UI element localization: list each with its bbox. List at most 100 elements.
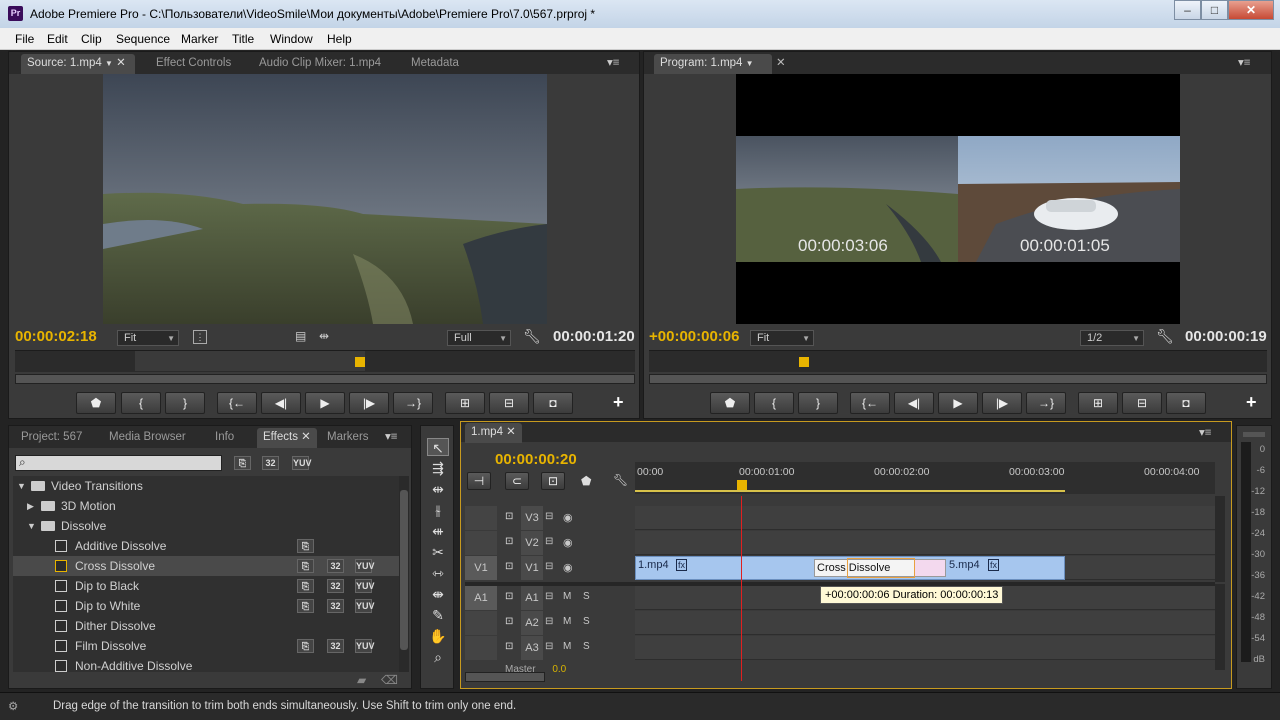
timeline-timecode[interactable]: 00:00:00:20 bbox=[495, 451, 577, 468]
clip-name-1[interactable]: 1.mp4 bbox=[638, 559, 669, 571]
minimize-button[interactable]: ‒ bbox=[1174, 0, 1201, 20]
tree-folder[interactable]: ▶ 3D Motion bbox=[13, 496, 401, 516]
step-back-button[interactable]: ◀| bbox=[894, 392, 934, 414]
source-scrub-bar[interactable] bbox=[15, 350, 635, 372]
program-scrub-bar[interactable] bbox=[649, 350, 1267, 372]
wrench-icon[interactable]: 🔧︎ bbox=[613, 473, 628, 487]
tab-audio-clip-mixer[interactable]: Audio Clip Mixer: 1.mp4 bbox=[259, 54, 381, 74]
effects-search-field[interactable]: ⌕ bbox=[15, 455, 222, 471]
audio-scrollbar[interactable] bbox=[1215, 584, 1225, 670]
add-button-icon[interactable]: + bbox=[1246, 392, 1257, 413]
menu-edit[interactable]: Edit bbox=[47, 32, 68, 46]
new-bin-icon[interactable]: ▰ bbox=[357, 673, 366, 687]
track-name[interactable]: V3 bbox=[521, 506, 543, 530]
nest-icon[interactable]: ⊡ bbox=[541, 472, 565, 490]
video-scrollbar[interactable] bbox=[1215, 496, 1225, 582]
menu-marker[interactable]: Marker bbox=[181, 32, 218, 46]
clip-name-5[interactable]: 5.mp4 bbox=[949, 559, 980, 571]
scroll-thumb[interactable] bbox=[400, 490, 408, 650]
track-lane[interactable] bbox=[635, 531, 1215, 555]
source-patch[interactable] bbox=[465, 636, 497, 660]
slide-tool-icon[interactable]: ⇼ bbox=[427, 585, 449, 603]
sync-lock-icon[interactable]: ⊟ bbox=[545, 536, 553, 547]
tab-close-icon[interactable]: ✕ bbox=[301, 431, 311, 443]
step-forward-button[interactable]: |▶ bbox=[349, 392, 389, 414]
add-marker-icon[interactable]: ⬟ bbox=[581, 474, 591, 488]
step-forward-button[interactable]: |▶ bbox=[982, 392, 1022, 414]
menu-title[interactable]: Title bbox=[232, 32, 254, 46]
mute-toggle[interactable]: M bbox=[563, 616, 571, 627]
track-lane[interactable] bbox=[635, 506, 1215, 530]
source-resolution-dropdown[interactable]: Full bbox=[447, 330, 511, 346]
source-video-frame[interactable] bbox=[103, 74, 547, 324]
tab-close-icon[interactable]: ✕ bbox=[116, 57, 126, 69]
track-name[interactable]: A1 bbox=[521, 586, 543, 610]
work-area-bar[interactable] bbox=[635, 490, 1065, 492]
rate-stretch-tool-icon[interactable]: ⇺ bbox=[427, 522, 449, 540]
playhead-icon[interactable] bbox=[799, 357, 809, 367]
track-name[interactable]: V1 bbox=[521, 556, 543, 580]
source-patch[interactable]: V1 bbox=[465, 556, 497, 580]
effect-item[interactable]: Dither Dissolve bbox=[13, 616, 401, 636]
effect-item[interactable]: Non-Additive Dissolve bbox=[13, 656, 401, 676]
razor-tool-icon[interactable]: ✂ bbox=[427, 543, 449, 561]
sync-lock-icon[interactable]: ⊟ bbox=[545, 511, 553, 522]
eye-icon[interactable]: ◉ bbox=[563, 511, 573, 524]
playhead-icon[interactable] bbox=[355, 357, 365, 367]
ripple-edit-tool-icon[interactable]: ⇹ bbox=[427, 480, 449, 498]
track-lane[interactable] bbox=[635, 611, 1215, 635]
slip-tool-icon[interactable]: ⇿ bbox=[427, 564, 449, 582]
hand-tool-icon[interactable]: ✋ bbox=[427, 627, 449, 645]
add-marker-button[interactable]: ⬟ bbox=[710, 392, 750, 414]
chevron-right-icon[interactable]: ▶ bbox=[27, 496, 34, 516]
zoom-tool-icon[interactable]: ⌕ bbox=[427, 648, 449, 666]
menu-sequence[interactable]: Sequence bbox=[116, 32, 170, 46]
tab-source[interactable]: Source: 1.mp4 ▼ ✕ bbox=[21, 54, 135, 74]
pen-tool-icon[interactable]: ✎ bbox=[427, 606, 449, 624]
effect-item[interactable]: Additive Dissolve ⎘ bbox=[13, 536, 401, 556]
eye-icon[interactable]: ◉ bbox=[563, 561, 573, 574]
track-name[interactable]: A3 bbox=[521, 636, 543, 660]
settings-icon[interactable]: ⋮ bbox=[193, 330, 207, 344]
lock-icon[interactable]: ⊡ bbox=[505, 561, 513, 572]
add-marker-button[interactable]: ⬟ bbox=[76, 392, 116, 414]
tab-sequence[interactable]: 1.mp4 ✕ bbox=[465, 423, 522, 443]
mark-out-button[interactable]: } bbox=[165, 392, 205, 414]
lock-icon[interactable]: ⊡ bbox=[505, 536, 513, 547]
lift-button[interactable]: ⊞ bbox=[1078, 392, 1118, 414]
playhead-icon[interactable] bbox=[737, 480, 747, 490]
tab-effect-controls[interactable]: Effect Controls bbox=[156, 54, 231, 74]
play-button[interactable]: ▶ bbox=[305, 392, 345, 414]
track-name[interactable]: V2 bbox=[521, 531, 543, 555]
menu-help[interactable]: Help bbox=[327, 32, 352, 46]
mark-out-button[interactable]: } bbox=[798, 392, 838, 414]
lock-icon[interactable]: ⊡ bbox=[505, 616, 513, 627]
tab-project[interactable]: Project: 567 bbox=[21, 428, 82, 448]
sync-lock-icon[interactable]: ⊟ bbox=[545, 561, 553, 572]
effect-item[interactable]: Dip to Black ⎘ 32 YUV bbox=[13, 576, 401, 596]
go-to-out-button[interactable]: →} bbox=[393, 392, 433, 414]
overwrite-button[interactable]: ⊟ bbox=[489, 392, 529, 414]
track-lane[interactable] bbox=[635, 636, 1215, 660]
mute-toggle[interactable]: M bbox=[563, 591, 571, 602]
insert-button[interactable]: ⊞ bbox=[445, 392, 485, 414]
tab-metadata[interactable]: Metadata bbox=[411, 54, 459, 74]
track-name[interactable]: A2 bbox=[521, 611, 543, 635]
wrench-icon[interactable]: 🔧︎ bbox=[1156, 328, 1174, 345]
effect-item[interactable]: Dip to White ⎘ 32 YUV bbox=[13, 596, 401, 616]
yuv-filter-toggle[interactable]: YUV bbox=[292, 456, 312, 470]
32bit-filter-toggle[interactable]: 32 bbox=[262, 456, 279, 470]
accelerated-filter-toggle[interactable]: ⎘ bbox=[234, 456, 251, 470]
extract-button[interactable]: ⊟ bbox=[1122, 392, 1162, 414]
go-to-out-button[interactable]: →} bbox=[1026, 392, 1066, 414]
source-patch[interactable] bbox=[465, 531, 497, 555]
maximize-button[interactable]: □ bbox=[1201, 0, 1228, 20]
step-back-button[interactable]: ◀| bbox=[261, 392, 301, 414]
tab-markers[interactable]: Markers bbox=[327, 428, 369, 448]
fx-badge-1[interactable]: fx bbox=[676, 559, 688, 571]
program-video-frame[interactable]: 00:00:03:06 00:00:01:05 bbox=[736, 74, 1180, 324]
effect-item[interactable]: Cross Dissolve ⎘ 32 YUV bbox=[13, 556, 401, 576]
source-patch[interactable] bbox=[465, 611, 497, 635]
source-fit-dropdown[interactable]: Fit bbox=[117, 330, 179, 346]
drag-video-icon[interactable]: ▤ bbox=[295, 329, 306, 343]
